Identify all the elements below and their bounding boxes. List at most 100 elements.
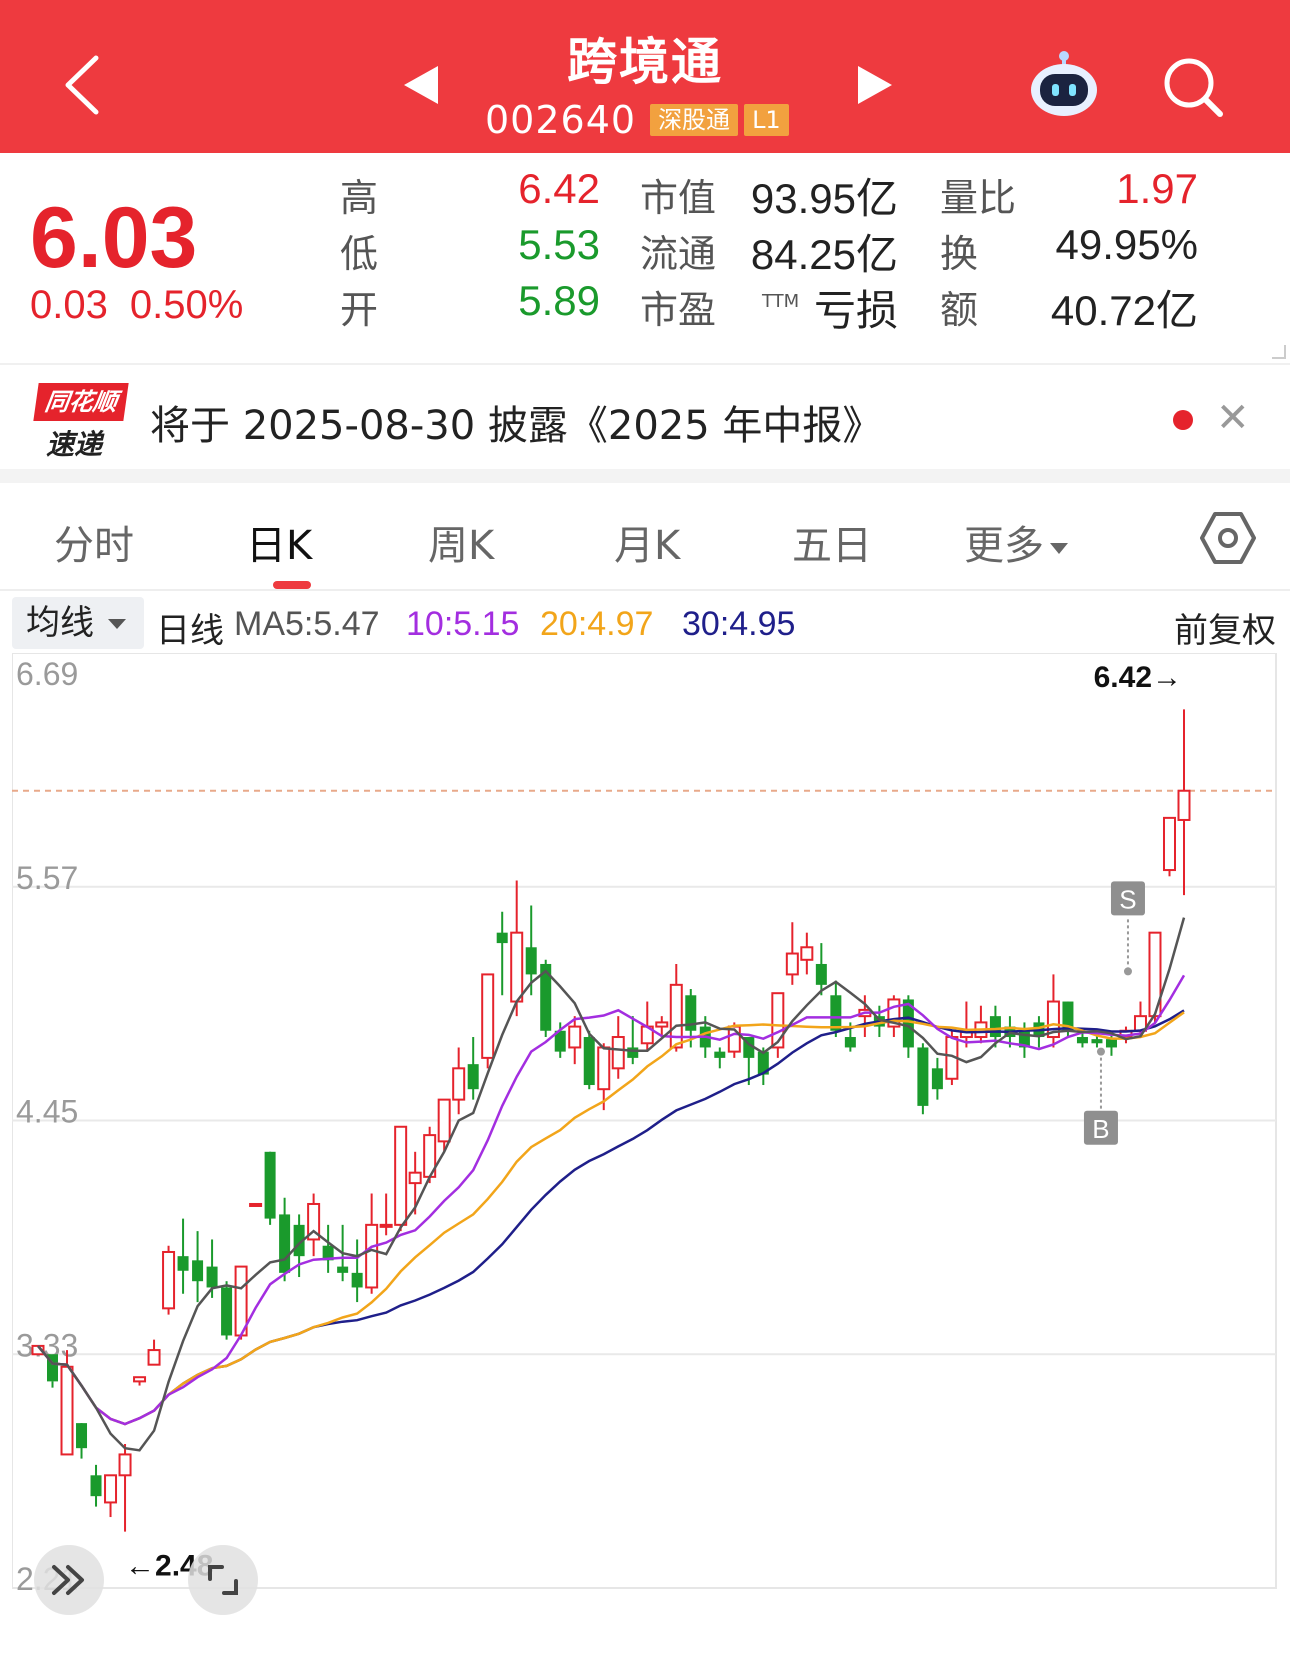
logo-bottom-text: 速递 xyxy=(46,428,103,461)
candle-body xyxy=(481,973,495,1059)
ma30-value: 30:4.95 xyxy=(682,605,796,643)
candle-body xyxy=(118,1453,132,1477)
candle-body xyxy=(177,1256,189,1271)
level-badge: L1 xyxy=(744,104,789,136)
tab-intraday[interactable]: 分时 xyxy=(54,513,134,571)
candle-body xyxy=(496,932,508,944)
candle-body xyxy=(597,1046,611,1091)
change-percent: 0.50% xyxy=(129,283,244,327)
change-amount: 0.03 xyxy=(30,283,108,327)
candle-body xyxy=(437,1098,451,1143)
high-value: 6.42 xyxy=(518,165,600,212)
candle-body xyxy=(771,992,785,1049)
candle-body xyxy=(830,995,842,1031)
volume-ratio-value: 1.97 xyxy=(1116,165,1198,212)
candle-body xyxy=(1105,1039,1117,1048)
buy-signal-text: B xyxy=(1092,1114,1109,1144)
candle-body xyxy=(785,952,799,976)
candle-body xyxy=(655,1021,669,1028)
tab-five-day[interactable]: 五日 xyxy=(792,513,872,571)
candle-body xyxy=(90,1475,102,1497)
ma10-value: 10:5.15 xyxy=(406,605,520,643)
candle-body xyxy=(351,1272,363,1288)
candle-body xyxy=(1076,1037,1088,1044)
candle-body xyxy=(408,1171,422,1185)
fullscreen-button[interactable] xyxy=(188,1545,258,1615)
candle-body xyxy=(714,1051,726,1058)
active-tab-indicator xyxy=(273,581,311,589)
tab-daily-k[interactable]: 日K xyxy=(246,513,312,571)
candle-body xyxy=(917,1047,929,1106)
period-label: 日线 xyxy=(156,611,224,651)
tab-weekly-k[interactable]: 周K xyxy=(428,513,494,571)
candle-body xyxy=(1162,816,1176,872)
candle-body xyxy=(206,1266,218,1288)
pe-label: 市盈 xyxy=(640,288,717,332)
y-tick-label: 5.57 xyxy=(16,860,78,896)
float-cap-value: 84.25亿 xyxy=(750,231,898,278)
robot-assistant-icon[interactable] xyxy=(1028,48,1100,118)
tab-more[interactable]: 更多 xyxy=(964,513,1068,571)
stock-subtitle: 002640 深股通 L1 xyxy=(485,98,789,142)
settings-hexagon-icon[interactable] xyxy=(1200,511,1256,565)
candle-body xyxy=(467,1064,479,1090)
adjustment-toggle[interactable]: 前复权 xyxy=(1174,603,1276,652)
candle-body xyxy=(931,1068,943,1090)
ma-indicator-bar: 均线 日线 MA5:5.47 10:5.15 20:4.97 30:4.95 前… xyxy=(0,593,1290,653)
quote-panel: 6.03 0.03 0.50% 高 低 开 6.42 5.53 5.89 市值 流… xyxy=(0,153,1290,363)
candle-body xyxy=(525,947,537,975)
candle-body xyxy=(249,1202,263,1207)
candle-body xyxy=(192,1260,204,1282)
turnover-value: 49.95% xyxy=(1055,221,1198,268)
candle-body xyxy=(264,1151,276,1219)
low-value: 5.53 xyxy=(518,221,600,268)
volume-ratio-label: 量比 xyxy=(940,176,1017,220)
candle-body xyxy=(844,1037,856,1048)
ma30-line xyxy=(37,1009,1185,1426)
candle-body xyxy=(60,1365,74,1456)
ma20-line xyxy=(37,1011,1185,1426)
candle-body xyxy=(815,963,827,985)
low-label: 低 xyxy=(340,232,379,276)
candle-body xyxy=(234,1265,248,1337)
y-tick-label: 6.69 xyxy=(16,656,78,692)
kline-chart[interactable]: 6.695.574.453.332.216.42→←2.48SB xyxy=(12,653,1278,1658)
tab-monthly-k[interactable]: 月K xyxy=(614,513,680,571)
kline-svg[interactable]: 6.695.574.453.332.216.42→←2.48SB xyxy=(12,653,1278,1658)
price-change: 0.03 0.50% xyxy=(30,283,243,328)
current-price: 6.03 xyxy=(30,190,198,286)
candle-body xyxy=(133,1376,147,1383)
market-cap-value: 93.95亿 xyxy=(750,175,898,222)
section-divider xyxy=(0,469,1290,483)
chevron-down-icon xyxy=(1050,542,1068,554)
turnover-label: 换 xyxy=(940,232,979,276)
float-cap-label: 流通 xyxy=(640,232,717,276)
period-tabs: 分时 日K 周K 月K 五日 更多 xyxy=(0,483,1290,591)
close-icon[interactable]: ✕ xyxy=(1216,395,1250,441)
tonghuashun-logo: 同花顺 速递 xyxy=(33,383,129,461)
ma20-value: 20:4.97 xyxy=(540,605,654,643)
ma-selector[interactable]: 均线 xyxy=(12,597,144,649)
candle-body xyxy=(510,931,524,1003)
market-cap-label: 市值 xyxy=(640,176,717,220)
expand-sidebar-button[interactable] xyxy=(34,1545,104,1615)
ma10-line xyxy=(37,974,1186,1426)
logo-top-text: 同花顺 xyxy=(33,383,129,421)
next-stock-icon[interactable] xyxy=(858,66,892,104)
y-tick-label: 4.45 xyxy=(16,1094,78,1130)
notice-banner[interactable]: 同花顺 速递 将于 2025-08-30 披露《2025 年中报》 ✕ xyxy=(0,363,1290,469)
candle-body xyxy=(279,1214,291,1273)
caret-down-icon xyxy=(108,619,126,629)
candle-body xyxy=(568,1025,582,1049)
search-icon[interactable] xyxy=(1162,56,1224,118)
pe-ttm-label: TTM xyxy=(762,291,800,312)
candle-body xyxy=(452,1067,466,1101)
amount-value: 40.72亿 xyxy=(1050,287,1198,334)
candle-body xyxy=(394,1125,408,1226)
candle-body xyxy=(365,1223,379,1289)
candle-body xyxy=(627,1047,639,1058)
ma-selector-label: 均线 xyxy=(26,603,94,643)
candle-body xyxy=(221,1287,233,1336)
expand-corner-icon[interactable] xyxy=(1272,345,1286,359)
high-label: 高 xyxy=(340,176,379,220)
